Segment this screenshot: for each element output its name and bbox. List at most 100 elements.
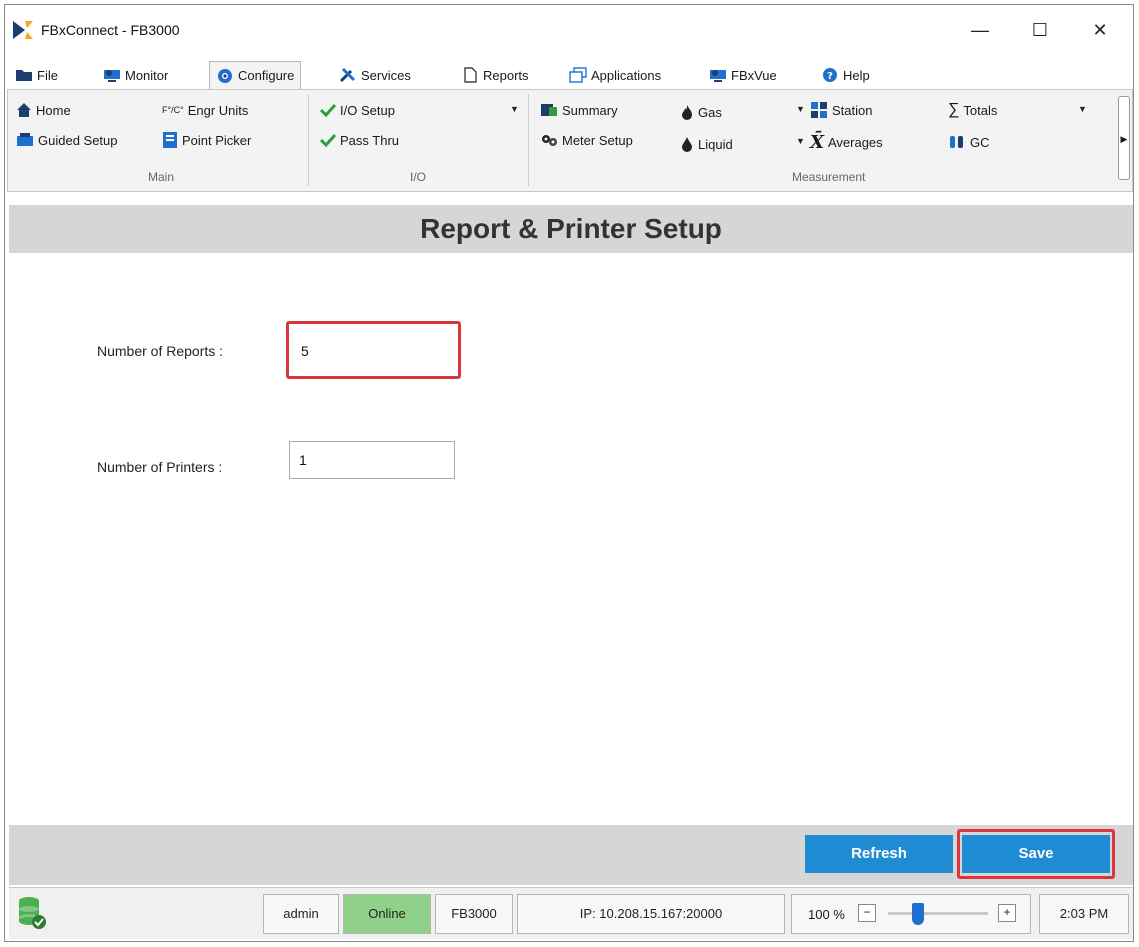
checkmark-icon: [320, 133, 336, 147]
ribbon-home-label: Home: [36, 102, 71, 118]
ribbon-panel: Home F°/C° Engr Units Guided Setup Point…: [7, 89, 1133, 192]
tab-label: Reports: [483, 67, 529, 83]
group-label-measurement: Measurement: [792, 170, 866, 184]
document-icon: [464, 67, 477, 83]
ribbon-home[interactable]: Home: [16, 100, 71, 120]
monitor-icon: [104, 70, 120, 82]
status-user: admin: [263, 894, 339, 934]
folder-icon: [16, 70, 32, 81]
ribbon-engr-units-label: Engr Units: [187, 102, 249, 118]
engr-units-icon: F°/C°: [162, 105, 184, 115]
zoom-in-button[interactable]: +: [998, 904, 1016, 922]
database-connected-icon: [19, 897, 46, 929]
applications-icon: [569, 67, 587, 83]
page-title: Report & Printer Setup: [9, 205, 1133, 253]
save-button[interactable]: Save: [962, 835, 1110, 873]
ribbon-gc-label: GC: [970, 134, 990, 150]
ribbon-point-picker-label: Point Picker: [182, 132, 252, 148]
reports-label: Number of Reports :: [97, 343, 224, 359]
zoom-slider-thumb[interactable]: [912, 903, 924, 925]
liquid-dropdown-icon[interactable]: ▼: [796, 136, 805, 146]
ribbon-pass-thru[interactable]: Pass Thru: [320, 130, 399, 150]
status-device: FB3000: [435, 894, 513, 934]
printers-input[interactable]: [289, 441, 455, 479]
tab-label: FBxVue: [731, 67, 777, 83]
ribbon-engr-units[interactable]: F°/C° Engr Units: [162, 100, 248, 120]
ribbon-io-setup-label: I/O Setup: [340, 102, 395, 118]
group-label-main: Main: [148, 170, 175, 184]
tab-services[interactable]: Services: [333, 61, 417, 89]
ribbon-liquid[interactable]: Liquid: [680, 134, 733, 154]
totals-dropdown-icon[interactable]: ▼: [1078, 104, 1087, 114]
tab-label: Help: [843, 67, 870, 83]
fbxvue-icon: [710, 70, 726, 82]
tab-file[interactable]: File: [9, 61, 64, 89]
summary-icon: [541, 104, 557, 116]
meter-setup-icon: [542, 135, 557, 146]
ribbon-io-setup[interactable]: I/O Setup: [320, 100, 395, 120]
ribbon-averages[interactable]: X̄ Averages: [810, 132, 883, 153]
maximize-button[interactable]: ☐: [1020, 15, 1060, 45]
ribbon-meter-setup[interactable]: Meter Setup: [540, 130, 633, 150]
window-title: FBxConnect - FB3000: [41, 22, 180, 38]
tab-applications[interactable]: Applications: [563, 61, 667, 89]
tab-fbxvue[interactable]: FBxVue: [703, 61, 783, 89]
tools-icon: [339, 67, 356, 83]
svg-text:?: ?: [827, 71, 833, 82]
ribbon-totals[interactable]: ∑ Totals: [948, 100, 997, 120]
ribbon-averages-label: Averages: [827, 134, 883, 150]
ribbon-tabs: File Monitor Configure Services Reports …: [5, 57, 1133, 90]
zoom-out-button[interactable]: −: [858, 904, 876, 922]
close-button[interactable]: ✕: [1080, 15, 1120, 45]
fbxconnect-logo-icon: [13, 21, 33, 39]
gc-icon: [950, 136, 963, 148]
checkmark-icon: [320, 103, 336, 117]
minimize-button[interactable]: —: [960, 15, 1000, 45]
ribbon-pass-thru-label: Pass Thru: [340, 132, 400, 148]
app-window: FBxConnect - FB3000 — ☐ ✕ File Monitor C…: [4, 4, 1134, 942]
io-setup-dropdown-icon[interactable]: ▼: [510, 104, 519, 114]
ribbon-meter-setup-label: Meter Setup: [562, 132, 633, 148]
tab-reports[interactable]: Reports: [455, 61, 535, 89]
ribbon-gas[interactable]: Gas: [680, 102, 722, 122]
ribbon-separator: [528, 94, 529, 186]
home-icon: [17, 103, 31, 117]
totals-icon: ∑: [948, 101, 960, 118]
status-bar: admin Online FB3000 IP: 10.208.15.167:20…: [9, 887, 1133, 939]
action-bar: Refresh Save: [9, 825, 1133, 885]
ribbon-gc[interactable]: GC: [948, 132, 990, 152]
ribbon-gas-label: Gas: [698, 104, 722, 120]
tab-label: Configure: [238, 68, 295, 83]
zoom-level: 100 %: [808, 907, 845, 922]
tab-label: File: [37, 67, 58, 83]
gear-icon: [218, 68, 232, 83]
help-icon: ?: [823, 68, 837, 82]
zoom-control: 100 % − +: [791, 894, 1031, 934]
title-bar: FBxConnect - FB3000 — ☐ ✕: [5, 5, 1133, 57]
tab-monitor[interactable]: Monitor: [97, 61, 174, 89]
printers-label: Number of Printers :: [97, 459, 223, 475]
ribbon-separator: [308, 94, 309, 186]
ribbon-totals-label: Totals: [963, 102, 998, 118]
ribbon-guided-setup-label: Guided Setup: [38, 132, 118, 148]
ribbon-point-picker[interactable]: Point Picker: [162, 130, 251, 150]
status-connection: Online: [343, 894, 431, 934]
tab-configure[interactable]: Configure: [209, 61, 302, 90]
ribbon-scroll-right-icon[interactable]: ▶: [1118, 96, 1130, 180]
reports-input[interactable]: [291, 332, 457, 370]
refresh-button[interactable]: Refresh: [805, 835, 953, 873]
ribbon-summary[interactable]: Summary: [540, 100, 618, 120]
status-ip: IP: 10.208.15.167:20000: [517, 894, 785, 934]
status-time: 2:03 PM: [1039, 894, 1129, 934]
tab-label: Applications: [591, 67, 662, 83]
zoom-slider-track[interactable]: [888, 912, 988, 915]
ribbon-guided-setup[interactable]: Guided Setup: [16, 130, 118, 150]
droplet-icon: [682, 137, 692, 152]
gas-dropdown-icon[interactable]: ▼: [796, 104, 805, 114]
guided-setup-icon: [17, 133, 33, 146]
point-picker-icon: [163, 132, 177, 148]
ribbon-station[interactable]: Station: [810, 100, 872, 120]
tab-help[interactable]: ? Help: [815, 61, 876, 89]
ribbon-summary-label: Summary: [562, 102, 618, 118]
group-label-io: I/O: [410, 170, 427, 184]
